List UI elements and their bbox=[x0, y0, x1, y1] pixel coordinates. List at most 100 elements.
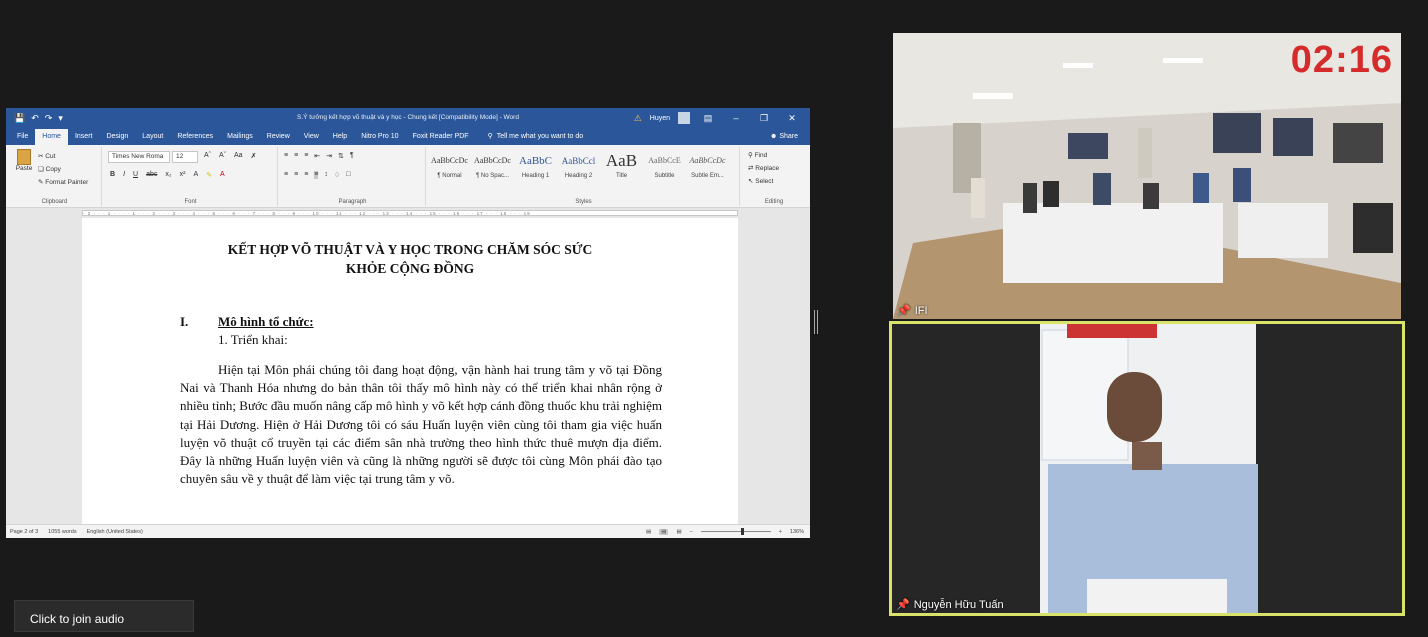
style-normal[interactable]: AaBbCcDc ¶ Normal bbox=[428, 151, 471, 179]
clipboard-label: Clipboard bbox=[41, 199, 68, 205]
cut-button[interactable]: ✂ Cut bbox=[38, 150, 88, 163]
save-icon[interactable]: 💾 bbox=[14, 113, 25, 124]
tab-home[interactable]: Home bbox=[35, 129, 68, 145]
tab-layout[interactable]: Layout bbox=[135, 129, 170, 145]
style-title[interactable]: AaB Title bbox=[600, 151, 643, 179]
document-area[interactable]: KẾT HỢP VÕ THUẬT VÀ Y HỌC TRONG CHĂM SÓC… bbox=[6, 218, 810, 524]
font-color-icon[interactable]: A bbox=[220, 171, 225, 179]
editing-label: Editing bbox=[764, 199, 784, 205]
body-paragraph: Hiện tại Môn phái chúng tôi đang hoạt độ… bbox=[180, 362, 662, 487]
pin-icon[interactable]: 📌 bbox=[897, 304, 911, 317]
pin-icon[interactable]: 📌 bbox=[896, 598, 910, 611]
tab-review[interactable]: Review bbox=[260, 129, 297, 145]
highlight-icon[interactable]: ✎ bbox=[206, 171, 212, 179]
copy-button[interactable]: ❏ Copy bbox=[38, 163, 88, 176]
zoom-in-icon[interactable]: + bbox=[779, 529, 782, 535]
replace-button[interactable]: ⇄ Replace bbox=[748, 162, 779, 175]
undo-icon[interactable]: ↶ bbox=[31, 113, 39, 124]
format-painter-button[interactable]: ✎ Format Painter bbox=[38, 176, 88, 189]
increase-indent-icon[interactable]: ⇥ bbox=[326, 152, 332, 160]
tab-design[interactable]: Design bbox=[99, 129, 135, 145]
align-center-icon[interactable]: ≡ bbox=[294, 171, 298, 179]
split-handle[interactable] bbox=[814, 310, 818, 334]
tab-help[interactable]: Help bbox=[326, 129, 354, 145]
document-page[interactable]: KẾT HỢP VÕ THUẬT VÀ Y HỌC TRONG CHĂM SÓC… bbox=[82, 218, 738, 524]
warning-icon[interactable]: ⚠ bbox=[634, 113, 642, 124]
paste-button[interactable]: Paste bbox=[12, 149, 36, 172]
redo-icon[interactable]: ↷ bbox=[45, 113, 53, 124]
ribbon-display-options-icon[interactable]: ▤ bbox=[698, 113, 718, 124]
style-subtitle[interactable]: AaBbCcE Subtitle bbox=[643, 151, 686, 179]
grow-font-icon[interactable]: Aˆ bbox=[204, 152, 211, 160]
tab-insert[interactable]: Insert bbox=[68, 129, 100, 145]
pilcrow-icon[interactable]: ¶ bbox=[350, 152, 354, 160]
shading-icon[interactable]: ♢ bbox=[334, 171, 340, 179]
zoom-out-icon[interactable]: – bbox=[690, 529, 693, 535]
tab-references[interactable]: References bbox=[170, 129, 220, 145]
close-button[interactable]: ✕ bbox=[782, 113, 802, 124]
tab-nitro[interactable]: Nitro Pro 10 bbox=[354, 129, 405, 145]
replace-icon: ⇄ bbox=[748, 165, 754, 172]
tab-foxit[interactable]: Foxit Reader PDF bbox=[406, 129, 476, 145]
style-name: Title bbox=[615, 173, 628, 179]
style-no-spacing[interactable]: AaBbCcDc ¶ No Spac... bbox=[471, 151, 514, 179]
video-tile-ifi[interactable]: 02:16 📌 IFI bbox=[893, 33, 1401, 319]
join-audio-button[interactable]: Click to join audio bbox=[14, 600, 194, 632]
style-sample: AaBbCcDc bbox=[431, 156, 468, 165]
zoom-thumb[interactable] bbox=[740, 528, 744, 535]
page-count[interactable]: Page 2 of 3 bbox=[10, 529, 38, 535]
font-size-select[interactable]: 12 bbox=[172, 151, 198, 163]
web-layout-icon[interactable]: ▤ bbox=[676, 529, 681, 535]
style-heading-2[interactable]: AaBbCcl Heading 2 bbox=[557, 151, 600, 179]
borders-icon[interactable]: □ bbox=[346, 171, 350, 179]
ruler-bar[interactable]: · 2 · · · 1 · · · · 1 · · · 2 · · · 3 · … bbox=[82, 210, 738, 216]
clear-formatting-icon[interactable]: ✗ bbox=[251, 152, 257, 160]
style-subtle-emphasis[interactable]: AaBbCcDc Subtle Em... bbox=[686, 151, 729, 179]
strikethrough-icon[interactable]: abc bbox=[146, 171, 157, 179]
font-name-select[interactable]: Times New Roma bbox=[108, 151, 170, 163]
justify-icon[interactable]: ≡ bbox=[314, 171, 319, 179]
tab-file[interactable]: File bbox=[10, 129, 35, 145]
tab-mailings[interactable]: Mailings bbox=[220, 129, 260, 145]
zoom-slider[interactable] bbox=[700, 528, 771, 535]
text-effects-icon[interactable]: A bbox=[193, 171, 198, 179]
share-button[interactable]: ☻ Share bbox=[770, 129, 810, 145]
language[interactable]: English (United States) bbox=[87, 529, 143, 535]
zoom-level[interactable]: 136% bbox=[790, 529, 804, 535]
bullets-icon[interactable]: ≡ bbox=[284, 152, 288, 160]
italic-icon[interactable]: I bbox=[123, 171, 125, 179]
decrease-indent-icon[interactable]: ⇤ bbox=[314, 152, 320, 160]
line-spacing-icon[interactable]: ↕ bbox=[324, 171, 328, 179]
restore-button[interactable]: ❐ bbox=[754, 113, 774, 124]
subscript-icon[interactable]: x₂ bbox=[165, 171, 171, 179]
align-left-icon[interactable]: ≡ bbox=[284, 171, 288, 179]
tell-me-box[interactable]: ⚲ Tell me what you want to do bbox=[476, 129, 584, 145]
avatar[interactable] bbox=[678, 112, 690, 124]
select-button[interactable]: ↖ Select bbox=[748, 175, 779, 188]
minimize-button[interactable]: – bbox=[726, 113, 746, 123]
change-case-icon[interactable]: Aa bbox=[234, 152, 243, 160]
print-layout-icon[interactable]: ▤ bbox=[659, 528, 669, 535]
styles-label: Styles bbox=[575, 199, 592, 205]
word-count[interactable]: 1055 words bbox=[48, 529, 76, 535]
user-name[interactable]: Huyen bbox=[650, 115, 670, 122]
customize-qat-icon[interactable]: ▾ bbox=[58, 113, 63, 124]
cut-label: Cut bbox=[45, 153, 56, 160]
section-number: I. bbox=[180, 314, 189, 329]
heading-line-1: KẾT HỢP VÕ THUẬT VÀ Y HỌC TRONG CHĂM SÓC… bbox=[227, 242, 593, 257]
shrink-font-icon[interactable]: Aˇ bbox=[219, 152, 226, 160]
find-button[interactable]: ⚲ Find bbox=[748, 149, 779, 162]
multilevel-list-icon[interactable]: ≡ bbox=[304, 152, 308, 160]
superscript-icon[interactable]: x² bbox=[180, 171, 186, 179]
video-tile-speaker[interactable]: 📌 Nguyễn Hữu Tuấn bbox=[889, 321, 1405, 616]
align-right-icon[interactable]: ≡ bbox=[304, 171, 308, 179]
select-label: Select bbox=[755, 178, 774, 185]
tab-view[interactable]: View bbox=[297, 129, 326, 145]
underline-icon[interactable]: U bbox=[133, 171, 138, 179]
bold-icon[interactable]: B bbox=[110, 171, 115, 179]
style-heading-1[interactable]: AaBbC Heading 1 bbox=[514, 151, 557, 179]
numbering-icon[interactable]: ≡ bbox=[294, 152, 298, 160]
sort-icon[interactable]: ⇅ bbox=[338, 152, 344, 160]
read-mode-icon[interactable]: ▤ bbox=[646, 529, 651, 535]
paragraph-group: ≡ ≡ ≡ ⇤ ⇥ ⇅ ¶ ≡ ≡ ≡ ≡ ↕ ♢ □ Paragraph bbox=[280, 147, 426, 206]
